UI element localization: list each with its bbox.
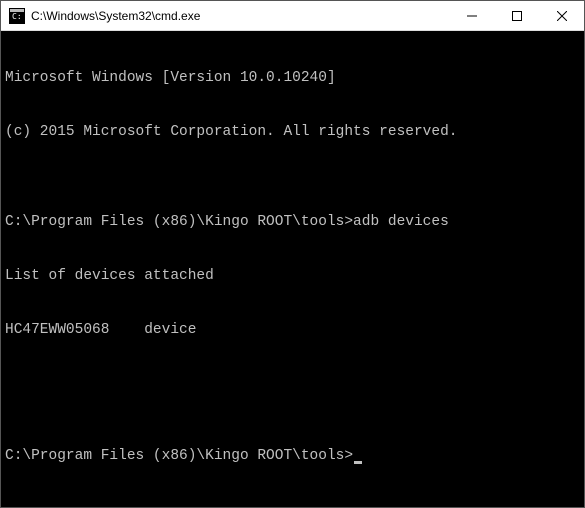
cmd-window: C: C:\Windows\System32\cmd.exe Microsoft…	[0, 0, 585, 508]
window-title: C:\Windows\System32\cmd.exe	[31, 9, 449, 23]
terminal-cursor	[354, 461, 362, 464]
terminal-prompt: C:\Program Files (x86)\Kingo ROOT\tools>	[5, 448, 353, 464]
minimize-button[interactable]	[449, 1, 494, 30]
terminal-line: List of devices attached	[5, 267, 580, 285]
titlebar[interactable]: C: C:\Windows\System32\cmd.exe	[1, 1, 584, 31]
terminal-line: C:\Program Files (x86)\Kingo ROOT\tools>…	[5, 213, 580, 231]
maximize-button[interactable]	[494, 1, 539, 30]
svg-text:C:: C:	[12, 12, 22, 21]
terminal-line: Microsoft Windows [Version 10.0.10240]	[5, 69, 580, 87]
terminal-output[interactable]: Microsoft Windows [Version 10.0.10240] (…	[1, 31, 584, 507]
terminal-line: (c) 2015 Microsoft Corporation. All righ…	[5, 123, 580, 141]
terminal-line: HC47EWW05068 device	[5, 321, 580, 339]
close-button[interactable]	[539, 1, 584, 30]
cmd-icon: C:	[9, 8, 25, 24]
window-controls	[449, 1, 584, 30]
terminal-prompt-line: C:\Program Files (x86)\Kingo ROOT\tools>	[5, 447, 580, 465]
